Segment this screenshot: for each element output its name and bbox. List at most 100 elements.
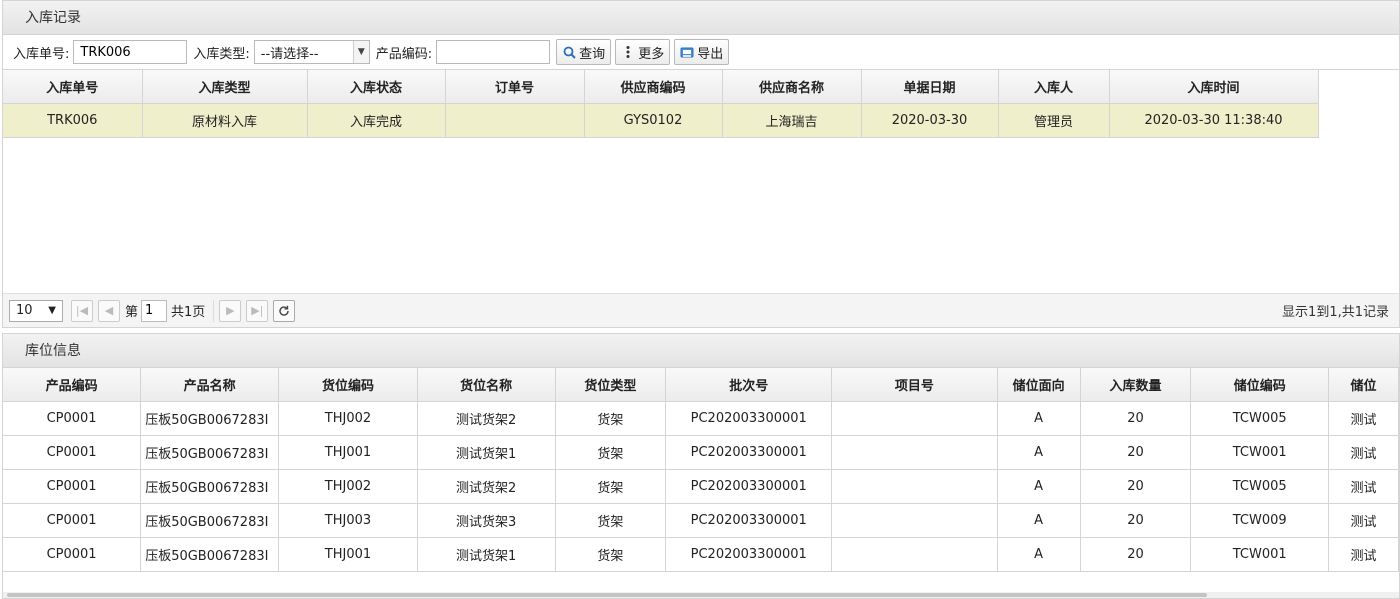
- table-cell: 测试货架1: [417, 537, 556, 572]
- table-cell: A: [997, 503, 1081, 538]
- location-info-table: 产品编码 产品名称 货位编码 货位名称 货位类型 批次号 项目号 储位面向 入库数量 储位编码 储位…: [3, 368, 1399, 572]
- column-header[interactable]: 入库状态: [307, 70, 446, 104]
- export-icon: [680, 45, 694, 59]
- table-cell: THJ001: [278, 435, 418, 470]
- refresh-icon[interactable]: [273, 299, 296, 322]
- table-cell: 20: [1080, 401, 1192, 436]
- first-page-icon[interactable]: |◀: [71, 299, 93, 322]
- column-header[interactable]: 入库类型: [142, 70, 308, 104]
- column-header[interactable]: 供应商编码: [584, 70, 723, 104]
- table-cell: 2020-03-30: [861, 103, 999, 138]
- pagination-info: 显示1到1,共1记录: [1282, 305, 1389, 320]
- column-header[interactable]: 入库单号: [3, 70, 143, 104]
- table-cell: 测试: [1328, 469, 1399, 504]
- table-cell: 货架: [555, 469, 667, 504]
- table-row[interactable]: CP0001 压板50GB0067283I THJ001 测试货架1 货架 PC20200…: [3, 537, 1399, 572]
- page-size-select[interactable]: 10 ▼: [9, 299, 63, 322]
- table-cell: 压板50GB0067283I: [140, 503, 280, 538]
- chevron-down-icon[interactable]: ▼: [352, 41, 369, 63]
- column-header[interactable]: 入库数量: [1080, 368, 1192, 402]
- table-cell: A: [997, 435, 1081, 470]
- table-row[interactable]: CP0001 压板50GB0067283I THJ001 测试货架1 货架 PC20200…: [3, 435, 1399, 470]
- order-no-input[interactable]: [73, 40, 188, 64]
- table-cell: [831, 503, 998, 538]
- table-cell: 压板50GB0067283I: [140, 469, 280, 504]
- page-total-label: 共1页: [171, 305, 206, 320]
- table-cell: 20: [1080, 503, 1192, 538]
- table-cell: PC202003300001: [665, 469, 833, 504]
- table-cell: 货架: [555, 401, 667, 436]
- table-row[interactable]: CP0001 压板50GB0067283I THJ003 测试货架3 货架 PC20200…: [3, 503, 1399, 538]
- table-row[interactable]: CP0001 压板50GB0067283I THJ002 测试货架2 货架 PC20200…: [3, 401, 1399, 436]
- column-header[interactable]: 货位编码: [278, 368, 418, 402]
- query-button[interactable]: 查询: [556, 39, 612, 65]
- table-cell: [831, 537, 998, 572]
- table-cell: [831, 469, 998, 504]
- column-header[interactable]: 订单号: [445, 70, 585, 104]
- table-cell: THJ001: [278, 537, 418, 572]
- column-header[interactable]: 项目号: [831, 368, 998, 402]
- pagination-bar: 10 ▼ |◀ ◀ 第 共1页 ▶ ▶| 显示1到1,共1记录: [3, 293, 1399, 327]
- page-number-input[interactable]: [141, 299, 168, 322]
- more-button[interactable]: 更多: [615, 39, 671, 65]
- column-header[interactable]: 单据日期: [861, 70, 999, 104]
- receipt-records-panel: 入库记录 入库单号: 入库类型: --请选择-- ▼ 产品编码: 查询 更多 导: [2, 0, 1400, 328]
- table-cell: CP0001: [3, 435, 142, 470]
- export-button[interactable]: 导出: [674, 39, 730, 65]
- table-cell: 压板50GB0067283I: [140, 435, 280, 470]
- column-header[interactable]: 入库时间: [1109, 70, 1319, 104]
- receipt-filter-toolbar: 入库单号: 入库类型: --请选择-- ▼ 产品编码: 查询 更多 导出: [3, 35, 1399, 70]
- table-cell: [445, 103, 585, 138]
- table-cell: 20: [1080, 435, 1192, 470]
- table-cell: THJ002: [278, 401, 418, 436]
- table-cell: PC202003300001: [665, 503, 833, 538]
- table-cell: A: [997, 401, 1081, 436]
- receipt-type-select[interactable]: --请选择-- ▼: [253, 40, 370, 64]
- table-cell: TCW001: [1190, 537, 1330, 572]
- table-cell: THJ003: [278, 503, 418, 538]
- horizontal-scrollbar[interactable]: [3, 592, 1399, 598]
- page-prefix-label: 第: [125, 305, 139, 320]
- chevron-down-icon: ▼: [48, 305, 56, 316]
- table-cell: 货架: [555, 537, 667, 572]
- receipt-type-value: --请选择--: [260, 46, 319, 62]
- table-cell: 压板50GB0067283I: [140, 537, 280, 572]
- more-button-label: 更多: [638, 46, 665, 62]
- product-code-input[interactable]: [436, 40, 551, 64]
- column-header[interactable]: 储位: [1328, 368, 1399, 402]
- page-size-value: 10: [16, 303, 33, 318]
- column-header[interactable]: 产品编码: [3, 368, 142, 402]
- table-cell: A: [997, 469, 1081, 504]
- table-cell: CP0001: [3, 401, 142, 436]
- receipt-records-table: 入库单号 入库类型 入库状态 订单号 供应商编码 供应商名称 单据日期 入库人 入库时间 TRK…: [3, 70, 1319, 138]
- last-page-icon[interactable]: ▶|: [246, 299, 269, 322]
- table-cell: 货架: [555, 503, 667, 538]
- scrollbar-thumb[interactable]: [7, 593, 1207, 597]
- table-cell: 20: [1080, 537, 1192, 572]
- table-cell: TRK006: [3, 103, 143, 138]
- order-no-label: 入库单号:: [13, 46, 70, 62]
- prev-page-icon[interactable]: ◀: [98, 299, 120, 322]
- next-page-icon[interactable]: ▶: [219, 299, 242, 322]
- table-cell: 压板50GB0067283I: [140, 401, 280, 436]
- table-cell: CP0001: [3, 537, 142, 572]
- table-cell: TCW005: [1190, 401, 1330, 436]
- column-header[interactable]: 入库人: [998, 70, 1110, 104]
- location-panel-title: 库位信息: [3, 334, 1399, 368]
- column-header[interactable]: 供应商名称: [722, 70, 862, 104]
- table-row[interactable]: CP0001 压板50GB0067283I THJ002 测试货架2 货架 PC20200…: [3, 469, 1399, 504]
- column-header[interactable]: 产品名称: [140, 368, 280, 402]
- table-cell: PC202003300001: [665, 435, 833, 470]
- table-cell: PC202003300001: [665, 401, 833, 436]
- export-button-label: 导出: [697, 46, 724, 62]
- column-header[interactable]: 储位面向: [997, 368, 1081, 402]
- column-header[interactable]: 储位编码: [1190, 368, 1330, 402]
- column-header[interactable]: 批次号: [665, 368, 833, 402]
- table-row[interactable]: TRK006 原材料入库 入库完成 GYS0102 上海瑞吉 2020-03-30 管理员 2…: [3, 103, 1319, 138]
- column-header[interactable]: 货位名称: [417, 368, 556, 402]
- table-cell: [831, 401, 998, 436]
- table-cell: 测试: [1328, 503, 1399, 538]
- column-header[interactable]: 货位类型: [555, 368, 667, 402]
- table-cell: 测试: [1328, 435, 1399, 470]
- table-cell: 测试货架1: [417, 435, 556, 470]
